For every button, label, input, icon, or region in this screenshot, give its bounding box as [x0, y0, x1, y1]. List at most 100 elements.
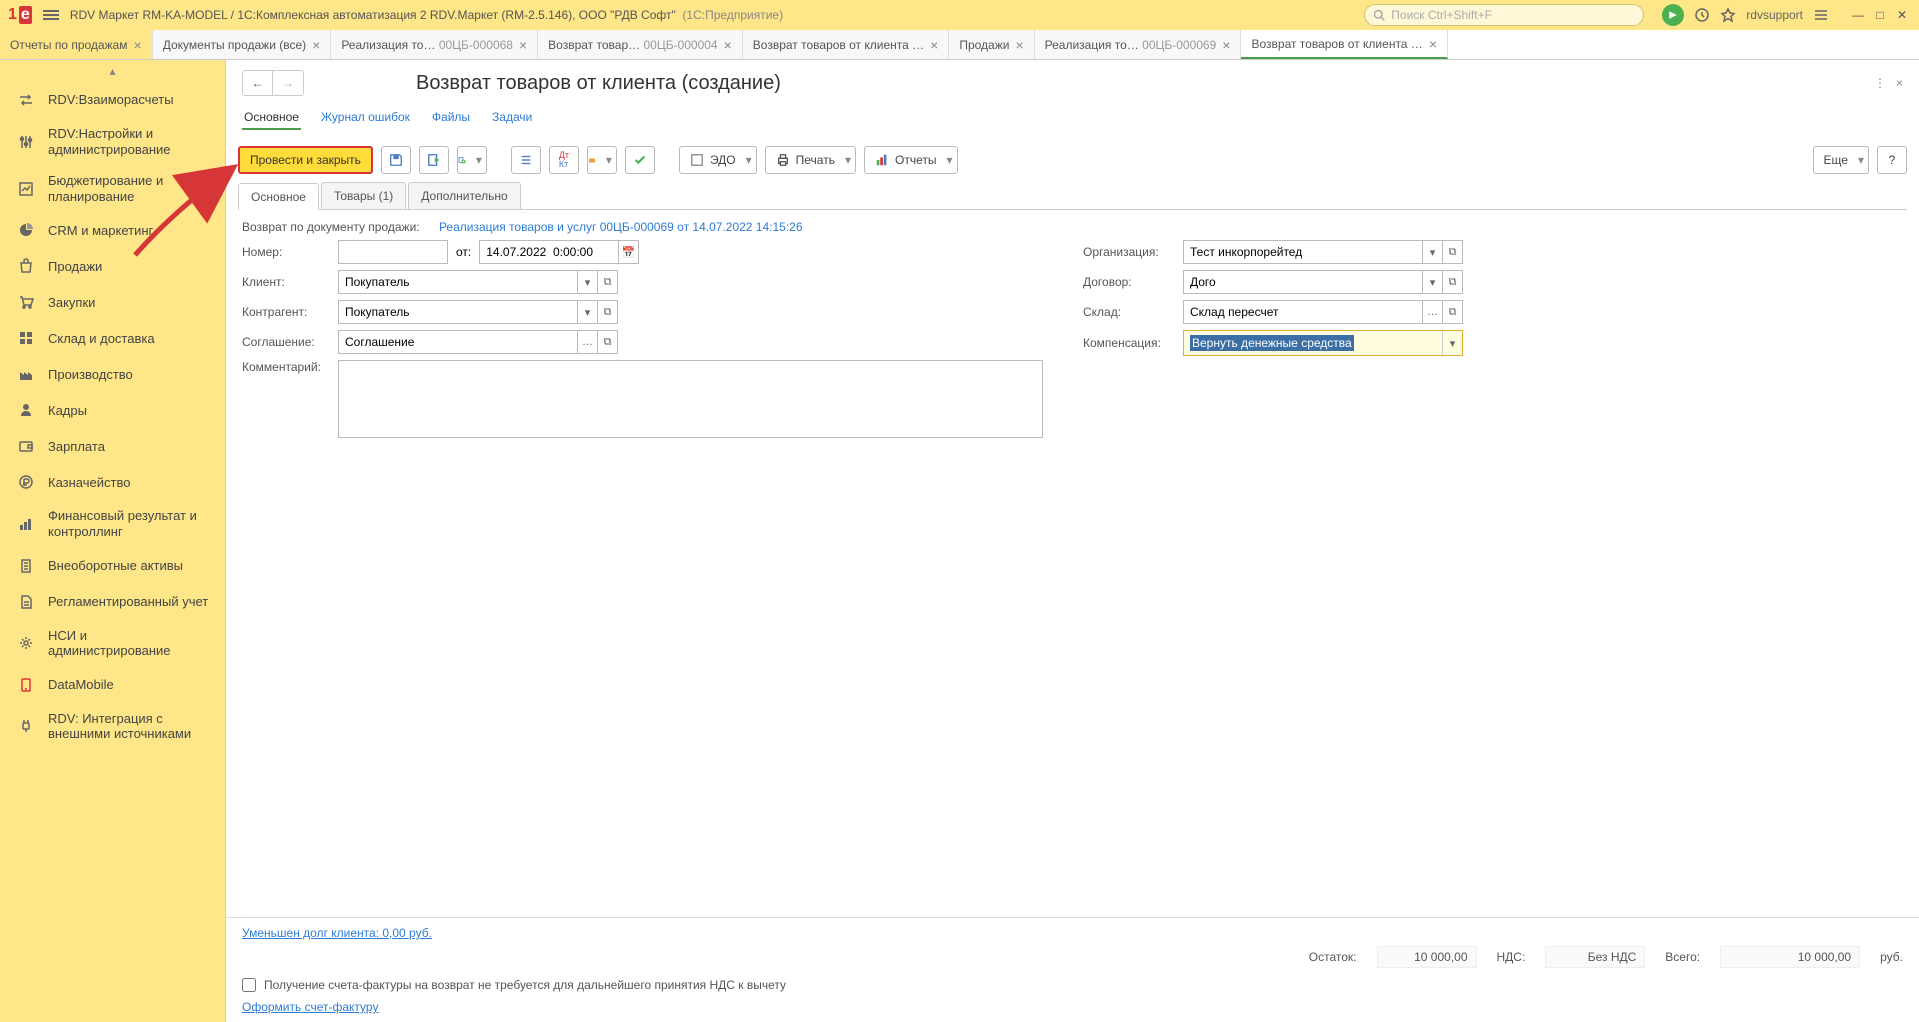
dropdown-icon[interactable]: ▾: [1423, 270, 1443, 294]
sidebar-item-label: Склад и доставка: [48, 331, 155, 347]
dropdown-icon[interactable]: ▾: [1423, 240, 1443, 264]
warehouse-input[interactable]: [1183, 300, 1423, 324]
tab-reports[interactable]: Отчеты по продажам×: [0, 30, 153, 59]
select-icon[interactable]: …: [578, 330, 598, 354]
save-button[interactable]: [381, 146, 411, 174]
reports-button[interactable]: Отчеты: [864, 146, 958, 174]
window-maximize-icon[interactable]: □: [1871, 6, 1889, 24]
close-icon[interactable]: ×: [312, 37, 320, 53]
structure-button[interactable]: [511, 146, 541, 174]
counterparty-input[interactable]: [338, 300, 578, 324]
close-icon[interactable]: ×: [1015, 37, 1023, 53]
favorite-icon[interactable]: [1720, 7, 1736, 23]
comment-input[interactable]: [338, 360, 1043, 438]
contract-input[interactable]: [1183, 270, 1423, 294]
tab-documents[interactable]: Документы продажи (все)×: [153, 30, 332, 59]
page-close-icon[interactable]: ×: [1896, 76, 1903, 90]
tab-sales[interactable]: Продажи×: [949, 30, 1034, 59]
invoice-not-required-checkbox[interactable]: [242, 978, 256, 992]
sidebar-item-12[interactable]: Внеоборотные активы: [0, 548, 225, 584]
close-icon[interactable]: ×: [1429, 36, 1437, 52]
dropdown-icon[interactable]: ▾: [1442, 331, 1462, 355]
open-icon[interactable]: ⧉: [1443, 300, 1463, 324]
sidebar-item-1[interactable]: RDV:Настройки и администрирование: [0, 118, 225, 165]
tab-return-client-1[interactable]: Возврат товаров от клиента …×: [743, 30, 950, 59]
agreement-input[interactable]: [338, 330, 578, 354]
help-button[interactable]: ?: [1877, 146, 1907, 174]
close-icon[interactable]: ×: [134, 37, 142, 53]
sidebar-item-3[interactable]: CRM и маркетинг: [0, 212, 225, 248]
open-icon[interactable]: ⧉: [1443, 270, 1463, 294]
sidebar-item-0[interactable]: RDV:Взаиморасчеты: [0, 82, 225, 118]
number-input[interactable]: [338, 240, 448, 264]
form-tab-main[interactable]: Основное: [238, 183, 319, 210]
open-icon[interactable]: ⧉: [1443, 240, 1463, 264]
form-tab-extra[interactable]: Дополнительно: [408, 182, 520, 209]
calendar-icon[interactable]: 📅: [619, 240, 639, 264]
form-tab-goods[interactable]: Товары (1): [321, 182, 406, 209]
sidebar-item-6[interactable]: Склад и доставка: [0, 320, 225, 356]
compensation-input[interactable]: Вернуть денежные средства: [1184, 331, 1442, 355]
tab-return-4[interactable]: Возврат товар… 00ЦБ-000004×: [538, 30, 743, 59]
date-input[interactable]: [479, 240, 619, 264]
user-label[interactable]: rdvsupport: [1746, 8, 1803, 22]
dt-kt-button[interactable]: ДтКт: [549, 146, 579, 174]
open-icon[interactable]: ⧉: [598, 300, 618, 324]
debt-link[interactable]: Уменьшен долг клиента: 0,00 руб.: [242, 926, 432, 940]
dropdown-icon[interactable]: ▾: [578, 300, 598, 324]
sidebar-item-16[interactable]: RDV: Интеграция с внешними источниками: [0, 703, 225, 750]
source-doc-link[interactable]: Реализация товаров и услуг 00ЦБ-000069 о…: [439, 220, 803, 234]
checkbox-label: Получение счета-фактуры на возврат не тр…: [264, 978, 786, 992]
sidebar-item-11[interactable]: Финансовый результат и контроллинг: [0, 500, 225, 547]
close-icon[interactable]: ×: [724, 37, 732, 53]
subtab-errors[interactable]: Журнал ошибок: [319, 106, 412, 130]
nav-forward-button[interactable]: →: [273, 71, 303, 95]
attach-button[interactable]: [587, 146, 617, 174]
close-icon[interactable]: ×: [930, 37, 938, 53]
nav-back-button[interactable]: ←: [243, 71, 273, 95]
client-input[interactable]: [338, 270, 578, 294]
sidebar-item-10[interactable]: Казначейство: [0, 464, 225, 500]
sidebar-item-2[interactable]: Бюджетирование и планирование: [0, 165, 225, 212]
sidebar-item-label: Зарплата: [48, 439, 105, 455]
open-icon[interactable]: ⧉: [598, 330, 618, 354]
settings-icon[interactable]: [1813, 7, 1829, 23]
create-based-button[interactable]: [457, 146, 487, 174]
more-button[interactable]: Еще: [1813, 146, 1869, 174]
select-icon[interactable]: …: [1423, 300, 1443, 324]
post-and-close-button[interactable]: Провести и закрыть: [238, 146, 373, 174]
tab-realization-68[interactable]: Реализация то… 00ЦБ-000068×: [331, 30, 538, 59]
tab-realization-69[interactable]: Реализация то… 00ЦБ-000069×: [1035, 30, 1242, 59]
sidebar-item-8[interactable]: Кадры: [0, 392, 225, 428]
dropdown-icon[interactable]: ▾: [578, 270, 598, 294]
subtab-tasks[interactable]: Задачи: [490, 106, 534, 130]
sidebar-item-14[interactable]: НСИ и администрирование: [0, 620, 225, 667]
org-input[interactable]: [1183, 240, 1423, 264]
sidebar-item-label: Регламентированный учет: [48, 594, 208, 610]
post-button[interactable]: [419, 146, 449, 174]
check-button[interactable]: [625, 146, 655, 174]
sidebar-item-7[interactable]: Производство: [0, 356, 225, 392]
sidebar-item-9[interactable]: Зарплата: [0, 428, 225, 464]
create-invoice-link[interactable]: Оформить счет-фактуру: [242, 1000, 378, 1014]
print-button[interactable]: Печать: [765, 146, 856, 174]
sidebar-item-4[interactable]: Продажи: [0, 248, 225, 284]
notifications-icon[interactable]: [1662, 4, 1684, 26]
edo-button[interactable]: ЭДО: [679, 146, 757, 174]
subtab-files[interactable]: Файлы: [430, 106, 472, 130]
page-menu-icon[interactable]: ⋮: [1874, 76, 1886, 90]
history-icon[interactable]: [1694, 7, 1710, 23]
close-icon[interactable]: ×: [1222, 37, 1230, 53]
window-close-icon[interactable]: ✕: [1893, 6, 1911, 24]
close-icon[interactable]: ×: [519, 37, 527, 53]
sidebar-collapse-icon[interactable]: ▴: [0, 60, 225, 82]
open-icon[interactable]: ⧉: [598, 270, 618, 294]
menu-icon[interactable]: [40, 5, 62, 25]
global-search-input[interactable]: Поиск Ctrl+Shift+F: [1364, 4, 1644, 26]
sidebar-item-13[interactable]: Регламентированный учет: [0, 584, 225, 620]
sidebar-item-5[interactable]: Закупки: [0, 284, 225, 320]
sidebar-item-15[interactable]: DataMobile: [0, 667, 225, 703]
subtab-main[interactable]: Основное: [242, 106, 301, 130]
tab-return-client-2[interactable]: Возврат товаров от клиента …×: [1241, 30, 1448, 59]
window-minimize-icon[interactable]: —: [1849, 6, 1867, 24]
